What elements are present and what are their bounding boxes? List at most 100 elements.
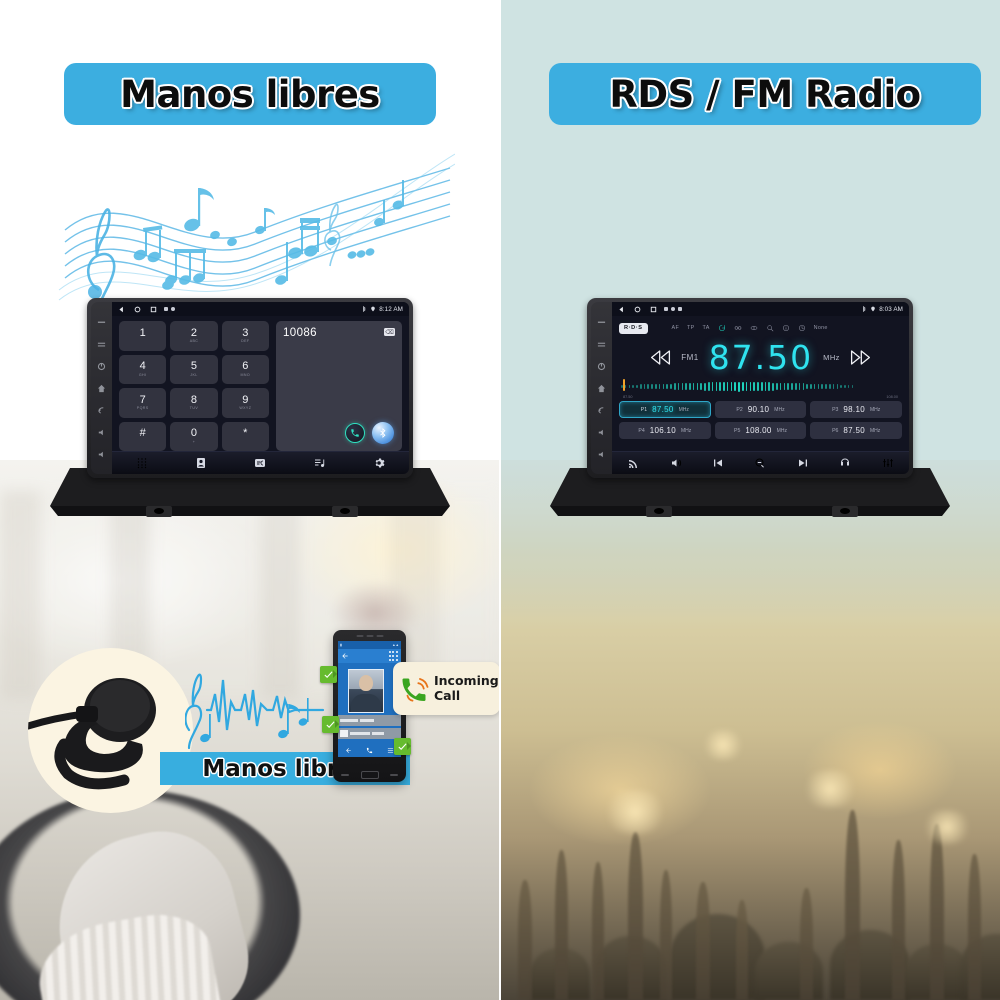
dialpad-key-5[interactable]: 5 JKL <box>170 354 218 384</box>
recents-square-icon[interactable] <box>650 306 657 313</box>
volume-up-icon[interactable] <box>597 450 606 459</box>
menu-icon[interactable] <box>97 318 106 327</box>
volume-icon[interactable] <box>670 457 682 469</box>
home-icon[interactable] <box>97 384 106 393</box>
dialpad-key-4[interactable]: 4 GHI <box>119 354 167 384</box>
scale-tick <box>753 381 755 392</box>
crowd-hand <box>628 832 643 1000</box>
recents-square-icon[interactable] <box>150 306 157 313</box>
rds-flag-ta[interactable]: TA <box>703 325 710 331</box>
home-icon[interactable] <box>597 384 606 393</box>
loop-icon[interactable] <box>750 324 758 332</box>
back-icon[interactable] <box>97 406 106 415</box>
head-unit-side-buttons[interactable] <box>91 302 112 474</box>
head-unit-screen-radio[interactable]: 8:03 AM R·D·S AF TP TA None FM1 87.50 MH… <box>612 302 909 474</box>
rds-toolbar[interactable]: R·D·S AF TP TA None <box>619 321 902 335</box>
android-nav-buttons[interactable] <box>618 306 657 313</box>
radio-bottom-nav[interactable] <box>612 451 909 474</box>
dialpad-key-3[interactable]: 3 DEF <box>221 321 269 351</box>
status-extra-icons <box>664 307 682 311</box>
head-unit-side-buttons[interactable] <box>591 302 612 474</box>
menu-icon[interactable] <box>597 318 606 327</box>
radio-preset-p6[interactable]: P6 87.50 MHz <box>810 422 902 439</box>
bluetooth-icon <box>863 306 866 312</box>
dialpad-key-letters: + <box>192 439 196 444</box>
dialpad-key-6[interactable]: 6 MNO <box>221 354 269 384</box>
volume-down-icon[interactable] <box>97 428 106 437</box>
preset-grid[interactable]: P1 87.50 MHz P2 90.10 MHz P3 98.10 MHz P4 106.10 MH… <box>619 401 902 439</box>
scale-tick <box>655 384 657 389</box>
stereo-icon[interactable] <box>734 324 742 332</box>
contacts-icon[interactable] <box>195 457 207 469</box>
volume-up-icon[interactable] <box>97 450 106 459</box>
clock-icon[interactable] <box>798 324 806 332</box>
rds-flag-row[interactable]: AF TP TA None <box>672 324 828 332</box>
dialpad-key-2[interactable]: 2 ABC <box>170 321 218 351</box>
dialpad-key-*[interactable]: * <box>221 421 269 451</box>
dialpad-key-number: 8 <box>190 393 198 406</box>
crowd-hand <box>968 854 981 1000</box>
playlist-icon[interactable] <box>314 457 326 469</box>
rds-flag-af[interactable]: AF <box>672 325 680 331</box>
tuning-cursor[interactable] <box>623 379 625 391</box>
antenna-signal-icon[interactable] <box>627 457 639 469</box>
dialpad-key-8[interactable]: 8 TUV <box>170 388 218 418</box>
refresh-icon[interactable] <box>718 324 726 332</box>
dialpad-icon[interactable] <box>136 457 148 469</box>
back-triangle-icon[interactable] <box>618 306 625 313</box>
scale-tick <box>825 384 827 389</box>
list-icon[interactable] <box>97 340 106 349</box>
home-circle-icon[interactable] <box>634 306 641 313</box>
dialed-number: 10086 <box>283 327 317 339</box>
power-icon[interactable] <box>97 362 106 371</box>
scan-search-icon[interactable] <box>754 457 766 469</box>
previous-track-icon[interactable] <box>712 457 724 469</box>
search-icon[interactable] <box>766 324 774 332</box>
headphone-icon[interactable] <box>839 457 851 469</box>
dialpad-keypad[interactable]: 1 2 ABC 3 DEF 4 GHI 5 JKL 6 MNO 7 PQRS 8 TUV 9 WXYZ #0 + * <box>119 321 269 451</box>
dialpad-key-0[interactable]: 0 + <box>170 421 218 451</box>
fast-forward-icon[interactable] <box>850 349 871 366</box>
call-icon <box>366 747 373 754</box>
call-button[interactable] <box>345 423 365 443</box>
home-circle-icon[interactable] <box>134 306 141 313</box>
dialpad-key-9[interactable]: 9 WXYZ <box>221 388 269 418</box>
radio-preset-p5[interactable]: P5 108.00 MHz <box>714 422 807 439</box>
rewind-icon[interactable] <box>650 349 671 366</box>
back-triangle-icon[interactable] <box>118 306 125 313</box>
call-log-icon[interactable] <box>254 457 266 469</box>
radio-preset-p3[interactable]: P3 98.10 MHz <box>810 401 902 418</box>
power-icon[interactable] <box>597 362 606 371</box>
dialpad-key-#[interactable]: # <box>119 421 167 451</box>
radio-preset-p4[interactable]: P4 106.10 MHz <box>619 422 711 439</box>
back-icon[interactable] <box>597 406 606 415</box>
info-icon[interactable] <box>782 324 790 332</box>
scale-tick <box>723 381 725 392</box>
settings-gear-icon[interactable] <box>373 457 385 469</box>
bluetooth-button[interactable] <box>372 422 394 444</box>
list-icon[interactable] <box>597 340 606 349</box>
preset-frequency: 98.10 <box>843 405 865 414</box>
next-track-icon[interactable] <box>797 457 809 469</box>
screenshot-icon <box>664 307 668 311</box>
rds-pty-label[interactable]: None <box>814 325 828 331</box>
dialpad-key-7[interactable]: 7 PQRS <box>119 388 167 418</box>
backspace-icon[interactable]: ⌫ <box>384 328 395 336</box>
rds-flag-tp[interactable]: TP <box>687 325 695 331</box>
rds-badge[interactable]: R·D·S <box>619 322 648 334</box>
volume-down-icon[interactable] <box>597 428 606 437</box>
radio-preset-p1[interactable]: P1 87.50 MHz <box>619 401 711 418</box>
android-nav-buttons[interactable] <box>118 306 157 313</box>
scale-tick <box>844 384 846 389</box>
equalizer-icon[interactable] <box>882 457 894 469</box>
dial-number-area[interactable]: 10086 ⌫ <box>276 321 402 451</box>
scale-tick <box>738 381 740 392</box>
radio-preset-p2[interactable]: P2 90.10 MHz <box>714 401 807 418</box>
scale-tick <box>700 382 702 391</box>
head-unit-screen-dialer[interactable]: 8:12 AM 1 2 ABC 3 DEF 4 GHI 5 JKL 6 MNO 7 PQRS 8 TUV 9 W… <box>112 302 409 474</box>
dialpad-key-1[interactable]: 1 <box>119 321 167 351</box>
dialer-bottom-nav[interactable] <box>112 451 409 474</box>
tuning-scale[interactable]: 87.50 108.00 <box>621 379 900 399</box>
band-label[interactable]: FM1 <box>681 353 699 362</box>
dialer-body: 1 2 ABC 3 DEF 4 GHI 5 JKL 6 MNO 7 PQRS 8 TUV 9 WXYZ #0 + * … <box>112 316 409 451</box>
